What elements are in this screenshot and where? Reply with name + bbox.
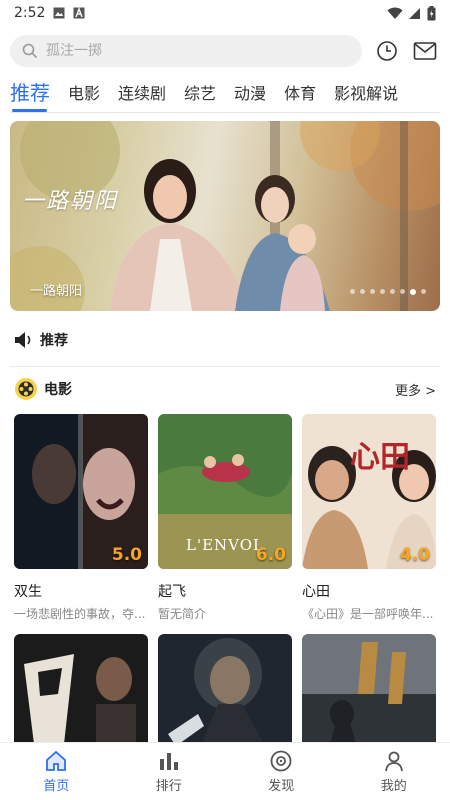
speaker-icon: [15, 332, 31, 348]
tab-sports[interactable]: 体育: [275, 80, 325, 112]
movie-poster: L'ENVOL 6.0: [158, 414, 292, 569]
movie-score: 5.0: [111, 545, 142, 565]
movie-poster: 心田 4.0: [302, 414, 436, 569]
search-row: [10, 34, 440, 68]
movie-grid: 5.0 双生 一场悲剧性的事故，夺... L'ENVOL 6.0 起飞 暂无简介: [14, 414, 436, 752]
tab-variety[interactable]: 综艺: [175, 80, 225, 112]
section-title: 电影: [44, 382, 72, 398]
image-notification-icon: [53, 7, 65, 19]
tab-commentary[interactable]: 影视解说: [325, 80, 407, 112]
movie-section-header: 电影 更多 >: [14, 376, 436, 402]
movie-card[interactable]: 5.0 双生 一场悲剧性的事故，夺...: [14, 414, 148, 622]
movie-card[interactable]: L'ENVOL 6.0 起飞 暂无简介: [158, 414, 292, 622]
battery-icon: [427, 5, 436, 20]
home-icon: [46, 750, 67, 771]
poster-title-text: L'ENVOL: [186, 536, 264, 554]
nav-discover[interactable]: 发现: [225, 743, 338, 800]
banner-logo: 一路朝阳: [22, 189, 119, 214]
tab-recommended[interactable]: 推荐: [10, 77, 59, 112]
tabs-divider: [10, 112, 440, 113]
a-notification-icon: [73, 7, 85, 19]
tab-series[interactable]: 连续剧: [109, 80, 175, 112]
search-icon: [22, 43, 38, 59]
banner-dot[interactable]: [370, 289, 375, 294]
banner-carousel[interactable]: 一路朝阳 一路朝阳: [10, 121, 440, 311]
nav-home[interactable]: 首页: [0, 743, 113, 800]
banner-dot[interactable]: [380, 289, 385, 294]
movie-poster: 5.0: [14, 414, 148, 569]
movie-poster: [302, 634, 436, 752]
movie-poster: [14, 634, 148, 752]
nav-ranking-label: 排行: [155, 779, 182, 794]
movie-title: 心田: [302, 584, 330, 600]
announcement-bar[interactable]: 推荐: [14, 330, 68, 350]
poster-artwork: [158, 634, 292, 752]
discover-icon: [270, 750, 292, 772]
movie-title: 起飞: [158, 584, 186, 600]
status-bar: 2:52: [0, 0, 450, 26]
search-bar[interactable]: [10, 35, 362, 67]
movie-poster: [158, 634, 292, 752]
movie-card[interactable]: [14, 634, 148, 752]
movie-score: 6.0: [255, 545, 286, 565]
banner-dot[interactable]: [410, 289, 416, 295]
movie-card[interactable]: 心田 4.0 心田 《心田》是一部呼唤年...: [302, 414, 436, 622]
banner-dot[interactable]: [400, 289, 405, 294]
more-link[interactable]: 更多 >: [395, 380, 436, 399]
movie-score: 4.0: [399, 545, 430, 565]
profile-icon: [384, 751, 403, 772]
mail-icon: [413, 42, 437, 60]
movie-card[interactable]: [302, 634, 436, 752]
nav-discover-label: 发现: [268, 779, 295, 794]
movie-description: 一场悲剧性的事故，夺...: [14, 607, 146, 621]
banner-dot[interactable]: [350, 289, 355, 294]
nav-profile[interactable]: 我的: [338, 743, 450, 800]
banner-dot[interactable]: [390, 289, 395, 294]
clock-icon: [377, 41, 397, 61]
wifi-icon: [387, 7, 403, 19]
film-reel-icon: [15, 378, 37, 400]
movie-description: 暂无简介: [158, 607, 207, 621]
banner-pagination: [350, 289, 426, 295]
poster-artwork: [302, 634, 436, 752]
tab-movies[interactable]: 电影: [59, 80, 109, 112]
messages-button[interactable]: [412, 38, 438, 64]
category-tabs: 推荐 电影 连续剧 综艺 动漫 体育 影视解说: [10, 78, 440, 112]
banner-dot[interactable]: [360, 289, 365, 294]
movie-description: 《心田》是一部呼唤年...: [302, 607, 434, 621]
search-input[interactable]: [46, 43, 336, 59]
section-divider: [10, 366, 440, 367]
banner-caption: 一路朝阳: [30, 284, 83, 299]
ranking-icon: [159, 753, 178, 770]
tab-anime[interactable]: 动漫: [225, 80, 275, 112]
nav-ranking[interactable]: 排行: [113, 743, 226, 800]
poster-artwork: [14, 634, 148, 752]
movie-title: 双生: [14, 584, 42, 600]
nav-profile-label: 我的: [380, 779, 407, 794]
history-button[interactable]: [374, 38, 400, 64]
status-time: 2:52: [14, 5, 46, 21]
movie-card[interactable]: [158, 634, 292, 752]
banner-dot[interactable]: [421, 289, 426, 294]
announcement-label: 推荐: [40, 333, 68, 349]
bottom-navigation: 首页 排行 发现 我的: [0, 742, 450, 800]
signal-icon: [409, 7, 420, 19]
poster-title-text: 心田: [350, 440, 410, 475]
nav-home-label: 首页: [43, 779, 70, 794]
